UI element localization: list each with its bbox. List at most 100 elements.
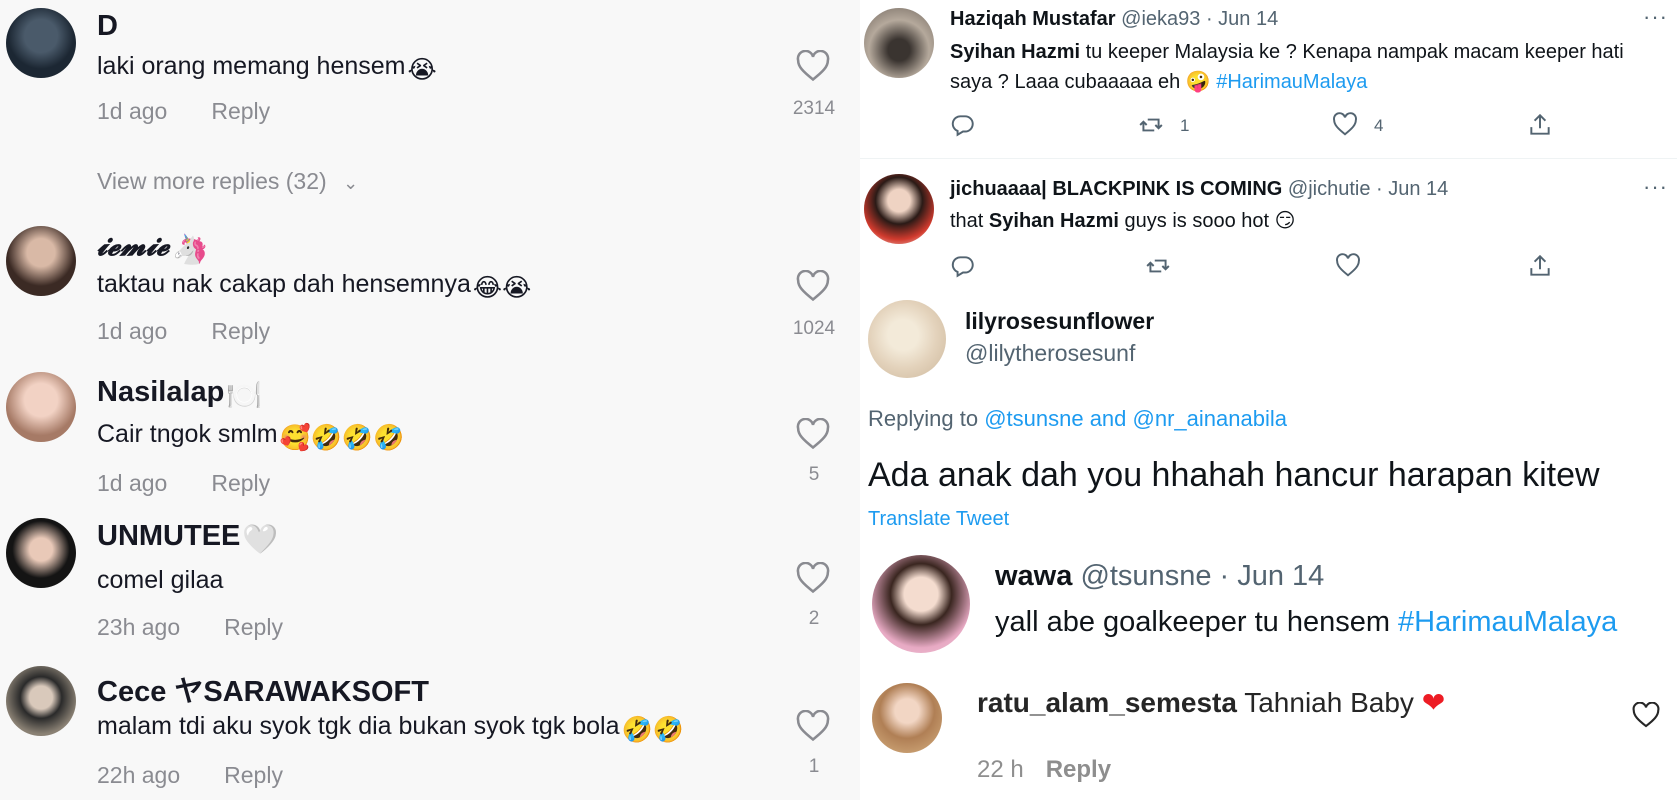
tweet-text-prefix: that xyxy=(950,210,989,232)
like-count: 2 xyxy=(808,608,820,629)
heart-icon[interactable] xyxy=(796,418,830,450)
reply-icon[interactable] xyxy=(950,253,976,279)
share-icon[interactable] xyxy=(1527,112,1553,138)
comment-author-label: 𝓲𝓮𝓶𝓲𝓮 xyxy=(97,228,170,262)
comment-text-content: laki orang memang hensem xyxy=(97,52,406,80)
heart-icon[interactable] xyxy=(796,50,830,82)
reply-icon[interactable] xyxy=(950,112,976,138)
avatar[interactable] xyxy=(6,666,76,736)
like-icon[interactable] xyxy=(1335,253,1361,279)
retweet-icon[interactable] xyxy=(1145,253,1171,279)
translate-tweet-link[interactable]: Translate Tweet xyxy=(868,508,1009,531)
reply-button[interactable]: Reply xyxy=(1046,756,1111,783)
retweet-count: 1 xyxy=(1180,116,1190,135)
reply-button[interactable]: Reply xyxy=(224,762,283,788)
avatar[interactable] xyxy=(6,372,76,442)
comment-text: ratu_alam_semesta Tahniah Baby ❤ xyxy=(977,686,1445,719)
like-icon[interactable] xyxy=(1332,112,1358,138)
tears-of-joy-emoji-icon: 😂😭 xyxy=(472,274,532,302)
like-count: 2314 xyxy=(792,98,836,119)
mention-link[interactable]: @nr_ainanabila xyxy=(1133,406,1287,431)
comment-author[interactable]: ratu_alam_semesta xyxy=(977,687,1237,718)
tweet-text-content: yall abe goalkeeper tu hensem xyxy=(995,606,1399,638)
more-options-icon[interactable]: ··· xyxy=(1643,174,1668,200)
tweet-bold-text: Syihan Hazmi xyxy=(988,210,1119,232)
replying-label: Replying to xyxy=(868,406,985,431)
heart-icon[interactable] xyxy=(796,710,830,742)
avatar[interactable] xyxy=(872,683,942,753)
tweet-handle[interactable]: @ieka93 · Jun 14 xyxy=(1121,8,1278,30)
comment-meta: 1d ago Reply xyxy=(97,98,270,125)
rofl-emoji-icon: 🤣🤣 xyxy=(621,716,684,744)
plate-emoji-icon: 🍽️ xyxy=(226,380,263,412)
comment-author[interactable]: 𝓲𝓮𝓶𝓲𝓮 🦄 xyxy=(97,228,207,267)
comment-author[interactable]: UNMUTEE 🤍 xyxy=(97,520,279,557)
tweet-handle[interactable]: @jichutie · Jun 14 xyxy=(1288,178,1448,200)
white-heart-emoji-icon: 🤍 xyxy=(242,524,279,556)
heart-icon[interactable] xyxy=(796,270,830,302)
comment-meta: 1d ago Reply xyxy=(97,470,270,497)
tweet-handle[interactable]: @tsunsne · Jun 14 xyxy=(1080,560,1324,592)
like-count: 1024 xyxy=(792,318,836,339)
unicorn-emoji-icon: 🦄 xyxy=(171,232,208,266)
comment-author[interactable]: D xyxy=(97,10,118,43)
heart-icon[interactable] xyxy=(796,562,830,594)
tweet-text: that Syihan Hazmi guys is sooo hot 😏 xyxy=(950,206,1660,236)
avatar[interactable] xyxy=(6,226,76,296)
tweet-author-name[interactable]: wawa xyxy=(995,560,1072,592)
mention-link[interactable]: @tsunsne xyxy=(984,406,1083,431)
tweet-header: wawa @tsunsne · Jun 14 xyxy=(995,560,1324,593)
comment-author[interactable]: Nasilalap🍽️ xyxy=(97,376,262,413)
tweet-header: Haziqah Mustafar @ieka93 · Jun 14 xyxy=(950,8,1278,31)
tweet-bold-text: Syihan Hazmi xyxy=(950,41,1081,63)
wink-emoji-icon: 🤪 xyxy=(1185,71,1217,93)
comment-text: taktau nak cakap dah hensemnya 😂😭 xyxy=(97,270,531,303)
avatar[interactable] xyxy=(864,8,934,78)
comment-time: 1d ago xyxy=(97,98,168,124)
like-count: 1 xyxy=(808,756,820,777)
like-count: 5 xyxy=(808,464,820,485)
smirk-emoji-icon: 😏 xyxy=(1269,210,1296,232)
tweet-handle[interactable]: @lilytherosesunf xyxy=(965,340,1135,367)
reply-button[interactable]: Reply xyxy=(211,470,270,496)
reply-button[interactable]: Reply xyxy=(211,98,270,124)
red-heart-emoji-icon: ❤ xyxy=(1421,687,1446,718)
comment-text: laki orang memang hensem😭 xyxy=(97,52,437,85)
avatar[interactable] xyxy=(6,8,76,78)
avatar[interactable] xyxy=(868,300,946,378)
tweet-text: Syihan Hazmi tu keeper Malaysia ke ? Ken… xyxy=(950,37,1660,97)
comment-text: malam tdi aku syok tgk dia bukan syok tg… xyxy=(97,712,684,745)
tweet-header: jichuaaaa| BLACKPINK IS COMING @jichutie… xyxy=(950,178,1448,201)
reply-button[interactable]: Reply xyxy=(224,614,283,640)
hashtag-link[interactable]: #HarimauMalaya xyxy=(1398,606,1617,638)
avatar[interactable] xyxy=(6,518,76,588)
tweet-author-name[interactable]: lilyrosesunflower xyxy=(965,308,1154,335)
reply-button[interactable]: Reply xyxy=(211,318,270,344)
view-more-replies-button[interactable]: View more replies (32) ⌄ xyxy=(97,168,358,195)
avatar[interactable] xyxy=(864,174,934,244)
tweet-text-suffix: guys is sooo hot xyxy=(1118,210,1270,232)
comment-author[interactable]: Cece ヤSARAWAKSOFT xyxy=(97,668,429,710)
comment-text: Cair tngok smlm 🥰🤣🤣🤣 xyxy=(97,420,404,453)
twitter-panel xyxy=(860,0,1677,800)
comment-text-content: malam tdi aku syok tgk dia bukan syok tg… xyxy=(97,712,620,740)
comment-text-content: Tahniah Baby xyxy=(1236,687,1422,718)
comment-time: 22h ago xyxy=(97,762,181,788)
tweet-text: Ada anak dah you hhahah hancur harapan k… xyxy=(868,456,1600,494)
comment-time: 1d ago xyxy=(97,470,168,496)
comment-meta: 22 h Reply xyxy=(977,756,1111,784)
heart-icon[interactable] xyxy=(1632,702,1660,728)
avatar[interactable] xyxy=(872,555,970,653)
tweet-author-name[interactable]: jichuaaaa| BLACKPINK IS COMING xyxy=(950,178,1282,200)
hashtag-link[interactable]: #HarimauMalaya xyxy=(1216,71,1367,93)
retweet-icon[interactable] xyxy=(1138,112,1164,138)
comment-time: 22 h xyxy=(977,756,1024,783)
laughing-emoji-icon: 🥰🤣🤣🤣 xyxy=(279,424,405,452)
replying-to: Replying to @tsunsne and @nr_ainanabila xyxy=(868,406,1287,432)
comment-text-content: Cair tngok smlm xyxy=(97,420,278,448)
share-icon[interactable] xyxy=(1527,253,1553,279)
tweet-author-name[interactable]: Haziqah Mustafar xyxy=(950,8,1116,30)
comment-author-label: Nasilalap xyxy=(97,376,225,408)
comment-text: comel gilaa xyxy=(97,566,224,594)
more-options-icon[interactable]: ··· xyxy=(1643,4,1668,30)
